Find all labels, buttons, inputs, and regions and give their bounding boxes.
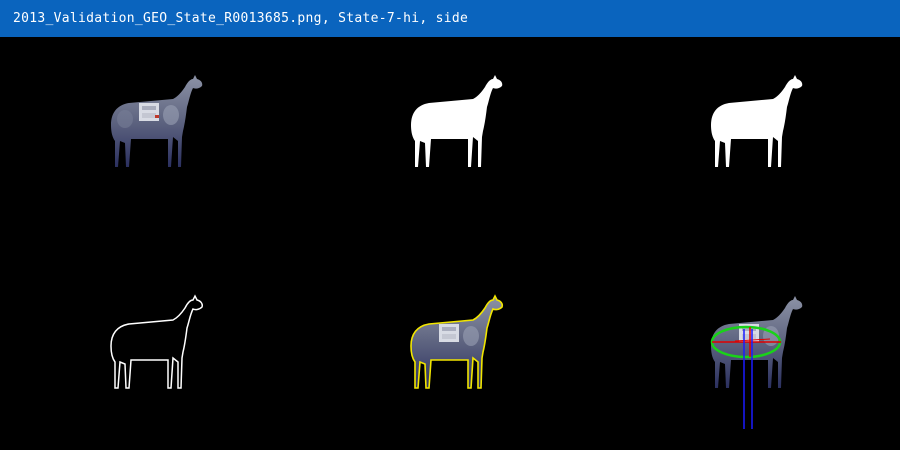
panel-cleaned-mask xyxy=(600,37,900,243)
window-title: 2013_Validation_GEO_State_R0013685.png, … xyxy=(13,11,469,26)
window-title-bar: 2013_Validation_GEO_State_R0013685.png, … xyxy=(0,0,900,37)
goat-silhouette-clean-image xyxy=(711,75,803,167)
goat-silhouette-image xyxy=(411,75,503,167)
goat-photo-image xyxy=(111,75,203,167)
image-grid xyxy=(0,37,900,450)
panel-binary-mask xyxy=(300,37,600,243)
panel-outline-contour xyxy=(0,243,300,449)
goat-ellipse-fit-image xyxy=(710,296,803,429)
panel-original-image xyxy=(0,37,300,243)
goat-outline-image xyxy=(110,295,204,389)
panel-ellipse-fit xyxy=(600,243,900,449)
panel-contour-overlay xyxy=(300,243,600,449)
goat-yellow-outline-image xyxy=(410,295,504,389)
